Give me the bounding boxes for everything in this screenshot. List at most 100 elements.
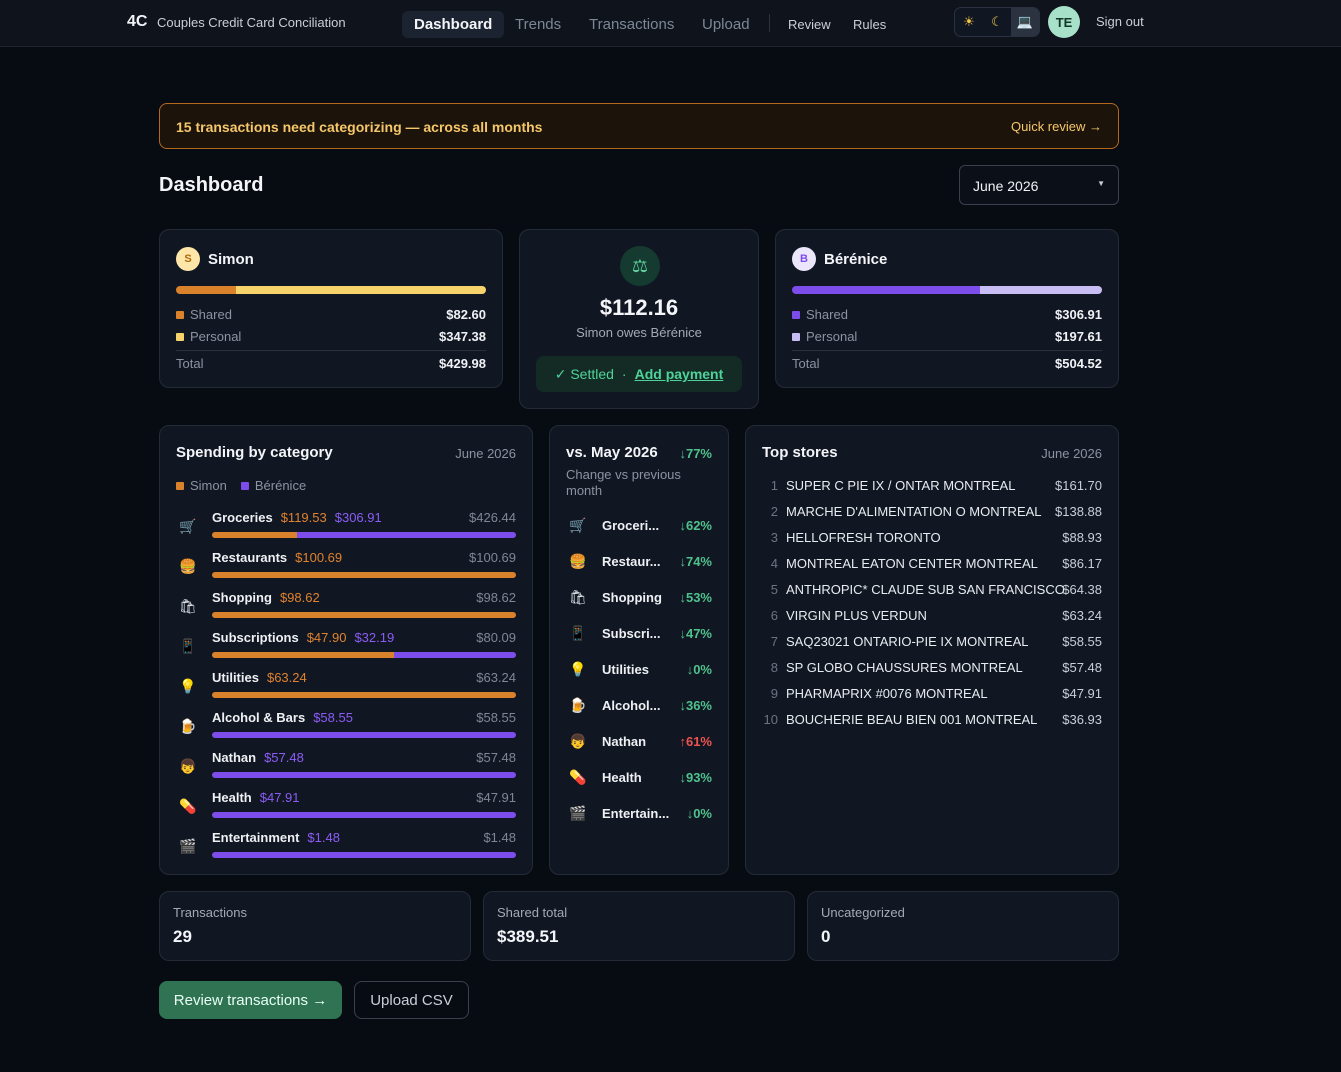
category-icon: 💊 [569,769,587,785]
store-amount: $138.88 [1055,504,1102,519]
category-total: $80.09 [476,630,516,645]
category-icon: 🎬 [569,805,587,821]
category-total: $57.48 [476,750,516,765]
moon-icon[interactable]: ☾ [983,8,1011,36]
category-row: 🍔 Restaurants $100.69 $100.69 [176,550,516,590]
store-row[interactable]: 7 SAQ23021 ONTARIO-PIE IX MONTREAL $58.55 [762,634,1102,654]
app-logo[interactable]: 4C [127,13,147,31]
store-row[interactable]: 6 VIRGIN PLUS VERDUN $63.24 [762,608,1102,628]
quick-review-link[interactable]: Quick review → [1011,119,1102,134]
upload-csv-button[interactable]: Upload CSV [354,981,469,1019]
simon-amount: $47.90 [306,630,347,645]
category-name-line: Entertainment $1.48 [212,830,340,845]
store-rank: 6 [770,608,778,623]
store-amount: $58.55 [1062,634,1102,649]
category-row: 👦 Nathan $57.48 $57.48 [176,750,516,790]
store-row[interactable]: 3 HELLOFRESH TORONTO $88.93 [762,530,1102,550]
category-name-line: Shopping $98.62 [212,590,320,605]
bar-berenice-segment [212,732,516,738]
category-row: 🎬 Entertainment $1.48 $1.48 [176,830,516,870]
category-name-line: Nathan $57.48 [212,750,304,765]
app-name: Couples Credit Card Conciliation [157,15,346,30]
change-percent: ↓53% [679,590,712,605]
shared-amount: $82.60 [446,307,486,322]
shared-label: Shared [190,307,232,322]
simon-amount: $119.53 [280,510,327,525]
nav-tab-dashboard[interactable]: Dashboard [402,11,505,38]
category-icon: 💡 [569,661,587,677]
category-icon: 💡 [179,678,197,694]
store-row[interactable]: 5 ANTHROPIC* CLAUDE SUB SAN FRANCISCO $64.… [762,582,1102,602]
category-split-bar [212,732,516,738]
laptop-icon[interactable]: 💻 [1011,8,1039,36]
store-row[interactable]: 2 MARCHE D'ALIMENTATION O MONTREAL $138.88 [762,504,1102,524]
personal-row: Personal $197.61 [792,329,1102,344]
category-icon: 🍔 [179,558,197,574]
comparison-row: 🛒 Groceri... ↓62% [566,516,712,536]
nav-separator [769,14,770,32]
nav-tab-transactions[interactable]: Transactions [589,11,674,38]
store-amount: $86.17 [1062,556,1102,571]
overall-change: ↓77% [679,446,712,461]
bar-berenice-segment [212,812,516,818]
category-icon: 🛒 [569,517,587,533]
alert-message: 15 transactions need categorizing — acro… [176,119,543,135]
change-percent: ↓0% [686,806,712,821]
category-name-line: Health $47.91 [212,790,300,805]
card-title: vs. May 2026 [566,444,658,461]
caret-down-icon: ▼ [1097,179,1105,188]
store-rank: 2 [770,504,778,519]
shared-personal-bar [176,286,486,294]
category-total: $1.48 [483,830,516,845]
store-row[interactable]: 10 BOUCHERIE BEAU BIEN 001 MONTREAL $36.93 [762,712,1102,732]
card-date: June 2026 [455,446,516,461]
add-payment-link[interactable]: Add payment [635,366,724,382]
store-row[interactable]: 4 MONTREAL EATON CENTER MONTREAL $86.17 [762,556,1102,576]
bar-simon-segment [212,572,516,578]
category-name: Entertainment [212,830,300,845]
category-name: Subscri... [602,626,661,641]
store-row[interactable]: 8 SP GLOBO CHAUSSURES MONTREAL $57.48 [762,660,1102,680]
store-row[interactable]: 1 SUPER C PIE IX / ONTAR MONTREAL $161.70 [762,478,1102,498]
store-rank: 10 [763,712,778,727]
nav-tab-upload[interactable]: Upload [702,11,750,38]
stat-shared-total: Shared total $389.51 [483,891,795,961]
review-transactions-button[interactable]: Review transactions → [159,981,342,1019]
category-name: Utilities [602,662,649,677]
stat-value: $389.51 [497,927,559,946]
nav-link-review[interactable]: Review [788,11,831,38]
store-amount: $36.93 [1062,712,1102,727]
category-icon: 🛒 [179,518,197,534]
store-rank: 8 [770,660,778,675]
category-split-bar [212,612,516,618]
total-label: Total [176,356,204,371]
store-amount: $57.48 [1062,660,1102,675]
change-percent: ↑61% [679,734,712,749]
stat-label: Shared total [497,905,568,920]
store-row[interactable]: 9 PHARMAPRIX #0076 MONTREAL $47.91 [762,686,1102,706]
nav-tab-trends[interactable]: Trends [515,11,561,38]
change-percent: ↓47% [679,626,712,641]
month-select[interactable]: June 2026 ▼ [959,165,1119,205]
category-name: Alcohol... [602,698,661,713]
category-icon: 🎬 [179,838,197,854]
card-title: Top stores [762,444,838,461]
comparison-row: 👦 Nathan ↑61% [566,732,712,752]
sun-icon[interactable]: ☀ [955,8,983,36]
comparison-row: 🍺 Alcohol... ↓36% [566,696,712,716]
nav-link-rules[interactable]: Rules [853,11,886,38]
category-total: $58.55 [476,710,516,725]
total-amount: $504.52 [1055,356,1102,371]
category-name: Restaurants [212,550,288,565]
simon-amount: $63.24 [266,670,307,685]
simon-amount: $98.62 [279,590,320,605]
category-name: Restaur... [602,554,661,569]
category-icon: 👦 [179,758,197,774]
settlement-status: ✓ Settled · Add payment [536,356,742,392]
shared-row: Shared $306.91 [792,307,1102,322]
sign-out-link[interactable]: Sign out [1096,14,1144,29]
category-name: Shopping [602,590,662,605]
change-percent: ↓74% [679,554,712,569]
category-split-bar [212,812,516,818]
user-avatar[interactable]: TE [1048,6,1080,38]
